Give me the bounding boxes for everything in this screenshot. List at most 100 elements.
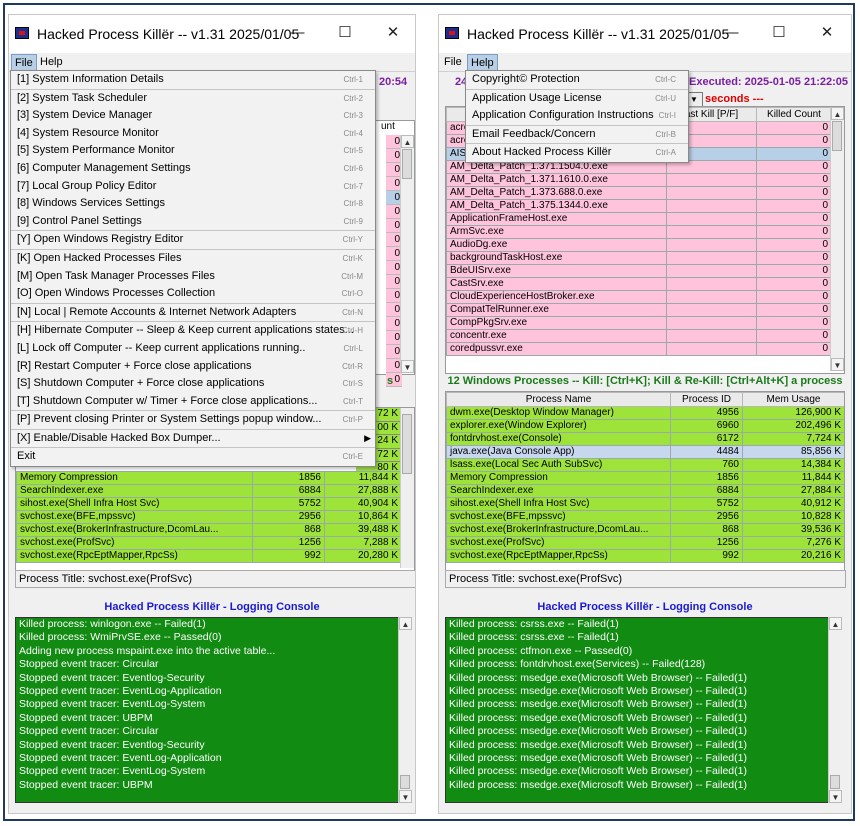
scroll-up-icon[interactable]: ▲ [831, 107, 844, 120]
table-row[interactable]: backgroundTaskHost.exe 0 [446, 251, 832, 265]
menu-item[interactable]: [1] System Information Details Ctrl-1 [11, 71, 375, 89]
process-rows[interactable]: Memory Compression 1856 11,844 K SearchInde… [16, 471, 402, 563]
table-row[interactable]: ApplicationFrameHost.exe 0 [446, 212, 832, 226]
minimize-icon[interactable]: — [721, 23, 741, 43]
scroll-thumb[interactable] [402, 414, 412, 474]
table-row[interactable]: AM_Delta_Patch_1.373.688.0.exe 0 [446, 186, 832, 200]
menu-item[interactable]: [M] Open Task Manager Processes Files Ctr… [11, 268, 375, 286]
menu-item[interactable]: [6] Computer Management Settings Ctrl-6 [11, 160, 375, 178]
menu-help[interactable]: Help [37, 54, 66, 70]
menu-item[interactable]: [Y] Open Windows Registry Editor Ctrl-Y [11, 230, 375, 249]
menu-item[interactable]: Copyright© Protection Ctrl-C [466, 71, 688, 89]
column-header-killed-count[interactable]: Killed Count [756, 107, 832, 122]
table-row[interactable]: dwm.exe(Desktop Window Manager) 4956 126,9… [446, 406, 844, 420]
maximize-icon[interactable]: ☐ [769, 23, 789, 43]
table-row[interactable]: AM_Delta_Patch_1.375.1344.0.exe 0 [446, 199, 832, 213]
menu-item[interactable]: [P] Prevent closing Printer or System Se… [11, 410, 375, 429]
menu-item[interactable]: [X] Enable/Disable Hacked Box Dumper... ▶ [11, 428, 375, 448]
table-row[interactable]: BdeUISrv.exe 0 [446, 264, 832, 278]
menu-item[interactable]: Email Feedback/Concern Ctrl-B [466, 124, 688, 144]
menu-item[interactable]: Application Usage License Ctrl-U [466, 88, 688, 108]
table-row[interactable]: CastSrv.exe 0 [446, 277, 832, 291]
scroll-down-icon[interactable]: ▼ [399, 790, 412, 803]
menu-item-shortcut: Ctrl-5 [343, 146, 363, 156]
table-row[interactable]: CloudExperienceHostBroker.exe 0 [446, 290, 832, 304]
column-header-mem-usage[interactable]: Mem Usage [742, 392, 844, 407]
table-row[interactable]: SearchIndexer.exe 6884 27,888 K [16, 484, 402, 498]
scroll-thumb[interactable] [402, 149, 412, 179]
table-row[interactable]: svchost.exe(ProfSvc) 1256 7,276 K [446, 536, 844, 550]
menu-item[interactable]: [8] Windows Services Settings Ctrl-8 [11, 195, 375, 213]
table-row[interactable]: svchost.exe(BFE,mpssvc) 2956 10,864 K [16, 510, 402, 524]
table-row[interactable]: concentr.exe 0 [446, 329, 832, 343]
menu-item[interactable]: [K] Open Hacked Processes Files Ctrl-K [11, 248, 375, 268]
process-rows[interactable]: Process Name Process ID Mem Usage dwm.ex… [446, 392, 844, 563]
table-row[interactable]: svchost.exe(BrokerInfrastructure,DcomLau… [446, 523, 844, 537]
table-row[interactable]: SearchIndexer.exe 6884 27,884 K [446, 484, 844, 498]
console-line: Stopped event tracer: Eventlog-Security [19, 738, 205, 751]
minimize-icon[interactable]: — [287, 23, 307, 43]
scrollbar[interactable]: ▲ ▼ [830, 107, 844, 371]
table-row[interactable]: sihost.exe(Shell Infra Host Svc) 5752 40,9… [16, 497, 402, 511]
console-scrollbar[interactable]: ▲ ▼ [398, 617, 412, 803]
close-icon[interactable]: ✕ [817, 23, 837, 43]
menu-item[interactable]: [5] System Performance Monitor Ctrl-5 [11, 142, 375, 160]
menu-item[interactable]: Application Configuration Instructions Ct… [466, 107, 688, 125]
scroll-up-icon[interactable]: ▲ [399, 617, 412, 630]
table-row[interactable]: svchost.exe(ProfSvc) 1256 7,288 K [16, 536, 402, 550]
table-row[interactable]: Memory Compression 1856 11,844 K [446, 471, 844, 485]
table-row[interactable]: svchost.exe(RpcEptMapper,RpcSs) 992 20,216… [446, 549, 844, 563]
title-bar[interactable]: Hacked Process Killër -- v1.31 2025/01/0… [439, 15, 851, 53]
menu-item[interactable]: [T] Shutdown Computer w/ Timer + Force c… [11, 393, 375, 411]
table-row[interactable]: svchost.exe(BrokerInfrastructure,DcomLau… [16, 523, 402, 537]
table-row[interactable]: Memory Compression 1856 11,844 K [16, 471, 402, 485]
scroll-down-icon[interactable]: ▼ [831, 358, 844, 371]
close-icon[interactable]: ✕ [383, 23, 403, 43]
scroll-up-icon[interactable]: ▲ [829, 617, 842, 630]
menu-item[interactable]: [L] Lock off Computer -- Keep current ap… [11, 340, 375, 358]
table-row[interactable]: CompatTelRunner.exe 0 [446, 303, 832, 317]
table-row[interactable]: coredpussvr.exe 0 [446, 342, 832, 356]
table-row[interactable]: AudioDg.exe 0 [446, 238, 832, 252]
menu-item-shortcut: Ctrl-O [341, 289, 363, 299]
title-bar[interactable]: Hacked Process Killër -- v1.31 2025/01/0… [9, 15, 415, 53]
table-row[interactable]: explorer.exe(Window Explorer) 6960 202,496… [446, 419, 844, 433]
column-header-process-id[interactable]: Process ID [670, 392, 743, 407]
menu-item[interactable]: [4] System Resource Monitor Ctrl-4 [11, 125, 375, 143]
scrollbar[interactable] [400, 408, 414, 568]
table-row[interactable]: CompPkgSrv.exe 0 [446, 316, 832, 330]
menu-item[interactable]: [S] Shutdown Computer + Force close appl… [11, 375, 375, 393]
scroll-up-icon[interactable]: ▲ [401, 135, 414, 148]
table-row[interactable]: ArmSvc.exe 0 [446, 225, 832, 239]
logging-console[interactable]: Killed process: winlogon.exe -- Failed(1… [15, 617, 411, 803]
scroll-down-icon[interactable]: ▼ [401, 360, 414, 373]
menu-item[interactable]: Exit Ctrl-E [11, 447, 375, 466]
scroll-thumb[interactable] [400, 775, 410, 789]
menu-file[interactable]: File [441, 54, 465, 70]
table-row[interactable]: sihost.exe(Shell Infra Host Svc) 5752 40,9… [446, 497, 844, 511]
menu-item[interactable]: About Hacked Process Killër Ctrl-A [466, 143, 688, 162]
menu-item[interactable]: [O] Open Windows Processes Collection Ctr… [11, 285, 375, 303]
menu-item[interactable]: [7] Local Group Policy Editor Ctrl-7 [11, 178, 375, 196]
table-row[interactable]: lsass.exe(Local Sec Auth SubSvc) 760 14,38… [446, 458, 844, 472]
menu-item[interactable]: [H] Hibernate Computer -- Sleep & Keep c… [11, 321, 375, 340]
windows-process-table[interactable]: Process Name Process ID Mem Usage dwm.ex… [445, 391, 845, 579]
table-row[interactable]: svchost.exe(BFE,mpssvc) 2956 10,828 K [446, 510, 844, 524]
table-row[interactable]: AM_Delta_Patch_1.371.1610.0.exe 0 [446, 173, 832, 187]
logging-console[interactable]: Killed process: csrss.exe -- Failed(1) Ki… [445, 617, 841, 803]
scrollbar[interactable]: ▲ ▼ [400, 135, 414, 373]
column-header-process-name[interactable]: Process Name [446, 392, 671, 407]
scroll-thumb[interactable] [832, 121, 842, 151]
menu-item[interactable]: [3] System Device Manager Ctrl-3 [11, 107, 375, 125]
table-row[interactable]: fontdrvhost.exe(Console) 6172 7,724 K [446, 432, 844, 446]
scroll-thumb[interactable] [830, 775, 840, 789]
console-scrollbar[interactable]: ▲ ▼ [828, 617, 842, 803]
menu-item[interactable]: [9] Control Panel Settings Ctrl-9 [11, 213, 375, 231]
table-row[interactable]: java.exe(Java Console App) 4484 85,856 K [446, 445, 844, 459]
menu-item[interactable]: [R] Restart Computer + Force close appli… [11, 358, 375, 376]
maximize-icon[interactable]: ☐ [335, 23, 355, 43]
table-row[interactable]: svchost.exe(RpcEptMapper,RpcSs) 992 20,280… [16, 549, 402, 563]
menu-item[interactable]: [N] Local | Remote Accounts & Internet N… [11, 302, 375, 322]
scroll-down-icon[interactable]: ▼ [829, 790, 842, 803]
menu-item[interactable]: [2] System Task Scheduler Ctrl-2 [11, 88, 375, 108]
